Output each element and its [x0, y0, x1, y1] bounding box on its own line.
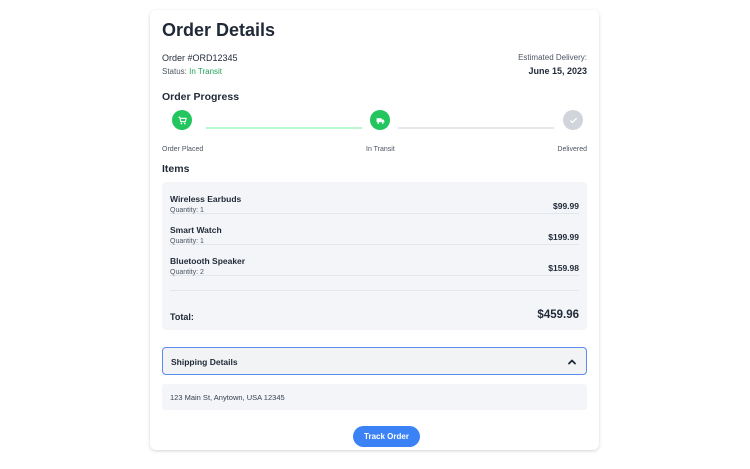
item-name: Bluetooth Speaker	[170, 256, 246, 266]
status-label: Status:	[162, 67, 190, 76]
chevron-up-icon	[566, 355, 578, 367]
order-progress-tracker: Order Placed In Transit Delivered	[162, 110, 587, 153]
list-item: Bluetooth Speaker Quantity: 2 $159.98	[170, 244, 579, 276]
list-item: Smart Watch Quantity: 1 $199.99	[170, 213, 579, 245]
cart-icon	[172, 110, 192, 130]
order-number: Order #ORD12345	[162, 53, 238, 63]
progress-line-pending	[398, 127, 554, 129]
total-label: Total:	[170, 312, 194, 322]
item-price: $99.99	[553, 201, 579, 211]
page-title: Order Details	[162, 20, 276, 40]
item-name: Smart Watch	[170, 225, 222, 235]
track-order-button[interactable]: Track Order	[353, 426, 420, 447]
list-item: Wireless Earbuds Quantity: 1 $99.99	[170, 182, 579, 214]
estimated-delivery-date: June 15, 2023	[528, 66, 587, 76]
shipping-address: 123 Main St, Anytown, USA 12345	[170, 393, 285, 402]
total-divider	[170, 290, 579, 291]
check-icon	[563, 110, 583, 130]
item-price: $199.99	[548, 232, 579, 242]
items-title: Items	[162, 163, 190, 175]
items-list: Wireless Earbuds Quantity: 1 $99.99 Smar…	[162, 182, 587, 330]
shipping-details-toggle[interactable]: Shipping Details	[162, 347, 587, 375]
step-label-delivered: Delivered	[557, 146, 587, 153]
order-status: Status: In Transit	[162, 67, 222, 76]
total-value: $459.96	[537, 309, 579, 321]
truck-icon	[370, 110, 390, 130]
item-quantity: Quantity: 2	[170, 269, 204, 276]
shipping-details-label: Shipping Details	[171, 357, 238, 367]
progress-line-complete	[206, 127, 362, 129]
shipping-details-panel: 123 Main St, Anytown, USA 12345	[162, 384, 587, 410]
order-details-card: Order Details Order #ORD12345 Status: In…	[150, 10, 599, 450]
order-progress-title: Order Progress	[162, 91, 240, 103]
item-name: Wireless Earbuds	[170, 194, 242, 204]
step-label-in-transit: In Transit	[366, 146, 395, 153]
estimated-delivery-label: Estimated Delivery:	[518, 53, 587, 62]
item-price: $159.98	[548, 263, 579, 273]
status-value: In Transit	[189, 67, 223, 76]
step-label-order-placed: Order Placed	[162, 146, 204, 153]
